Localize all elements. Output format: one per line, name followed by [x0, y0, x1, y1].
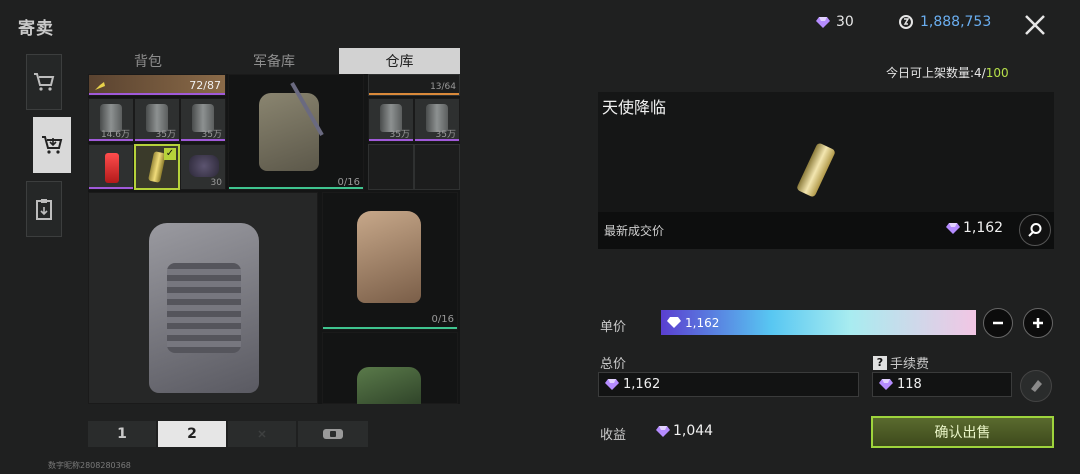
total-price-field: 1,162: [598, 372, 859, 397]
page-button-add[interactable]: [298, 421, 368, 447]
inventory-slot[interactable]: 35万: [134, 98, 180, 142]
bag-capacity: 0/16: [431, 314, 454, 325]
daily-quota-label: 今日可上架数量:: [886, 66, 975, 80]
income-label: 收益: [600, 428, 627, 443]
diamond-icon: [656, 425, 670, 437]
ticket-icon: [323, 429, 343, 439]
side-tab-buy[interactable]: [26, 54, 62, 110]
close-icon: [1025, 15, 1045, 35]
income: 1,044: [656, 423, 713, 439]
inventory-slot-backpack-2[interactable]: 0/16: [322, 192, 458, 330]
coupon-icon: [1031, 380, 1042, 392]
side-tab-records[interactable]: [26, 181, 62, 237]
total-price-label: 总价: [600, 357, 627, 372]
help-icon[interactable]: ?: [873, 355, 887, 370]
digital-id: 数字昵称2808280368: [48, 461, 131, 470]
cart-icon: [34, 73, 55, 91]
diamond-icon: [879, 379, 893, 390]
daily-quota-used: 4: [974, 66, 982, 80]
unit-price-slider[interactable]: 1,162: [661, 310, 976, 335]
page-button-locked[interactable]: [228, 421, 296, 447]
tab-warehouse[interactable]: 仓库: [339, 48, 460, 74]
income-value: 1,044: [673, 423, 714, 439]
confirm-sell-button[interactable]: 确认出售: [871, 416, 1054, 448]
item-name: 天使降临: [602, 98, 667, 117]
inventory-slot[interactable]: 14.6万: [88, 98, 134, 142]
unit-price-label: 单价: [600, 320, 627, 335]
inventory-slot-empty[interactable]: [368, 144, 414, 190]
durability-value: 72/87: [189, 79, 221, 92]
inventory-slot-empty[interactable]: [414, 144, 460, 190]
page-button-1[interactable]: 1: [88, 421, 156, 447]
sling-bag-icon: [259, 93, 319, 171]
check-icon: ✓: [164, 148, 176, 160]
latest-price: 1,162: [946, 220, 1003, 236]
inventory-slot[interactable]: 35万: [414, 98, 460, 142]
inventory-slot[interactable]: 13/64: [368, 74, 460, 96]
inventory-slot[interactable]: 35万: [180, 98, 226, 142]
close-button[interactable]: [1016, 6, 1054, 44]
fee-field: 118: [872, 372, 1012, 397]
brown-backpack-icon: [357, 211, 421, 303]
inventory-slot-vest[interactable]: [322, 332, 458, 404]
unit-price-value: 1,162: [685, 315, 720, 330]
inventory-slot-selected[interactable]: ✓: [134, 144, 180, 190]
material-item-icon: [189, 155, 219, 177]
page-button-2[interactable]: 2: [158, 421, 226, 447]
inventory-grid: 72/87 14.6万 35万 35万 ✓ 30 0/16 13/64 35万 …: [88, 74, 460, 404]
diamond-count: 30: [836, 14, 854, 30]
coin-icon: [899, 15, 913, 29]
fee-coupon-button[interactable]: [1020, 370, 1052, 402]
pin-icon: [95, 82, 105, 90]
fee-label-group: ? 手续费: [873, 353, 929, 372]
daily-quota-max: 100: [985, 66, 1009, 80]
tab-armory[interactable]: 军备库: [212, 48, 336, 74]
cart-sell-icon: [42, 136, 63, 154]
inventory-slot[interactable]: 35万: [368, 98, 414, 142]
tab-backpack[interactable]: 背包: [88, 48, 208, 74]
fee-value: 118: [897, 377, 922, 392]
inventory-slot-backpack[interactable]: [88, 192, 318, 404]
clipboard-icon: [36, 199, 52, 220]
latest-price-label: 最新成交价: [604, 224, 665, 238]
search-icon: [1028, 223, 1042, 237]
inventory-slot[interactable]: 30: [180, 144, 226, 190]
diamond-icon: [816, 16, 830, 28]
fee-label: 手续费: [890, 357, 930, 372]
decrease-price-button[interactable]: [983, 308, 1013, 338]
diamond-icon: [946, 222, 960, 234]
latest-price-value: 1,162: [963, 220, 1004, 236]
page-title: 寄卖: [18, 19, 54, 39]
price-search-button[interactable]: [1019, 214, 1051, 246]
diamond-icon: [667, 317, 681, 328]
slot-capacity: 13/64: [430, 82, 456, 92]
increase-price-button[interactable]: [1023, 308, 1053, 338]
locked-x-icon: [258, 430, 266, 438]
plus-icon: [1033, 318, 1043, 328]
vest-icon: [357, 367, 421, 404]
inventory-slot[interactable]: [88, 144, 134, 190]
slot-stack: 30: [210, 178, 222, 188]
minus-icon: [993, 321, 1003, 325]
side-tab-sell[interactable]: [33, 117, 71, 173]
total-price-value: 1,162: [623, 377, 661, 392]
red-spray-icon: [105, 153, 119, 183]
coin-count: 1,888,753: [920, 14, 992, 30]
coin-balance: 1,888,753: [898, 14, 991, 30]
inventory-slot-sling-bag[interactable]: 0/16: [228, 74, 364, 190]
diamond-icon: [605, 379, 619, 390]
diamond-balance: 30: [816, 14, 854, 30]
daily-listing-quota: 今日可上架数量:4/100: [886, 64, 1009, 81]
inventory-slot[interactable]: 72/87: [88, 74, 226, 96]
